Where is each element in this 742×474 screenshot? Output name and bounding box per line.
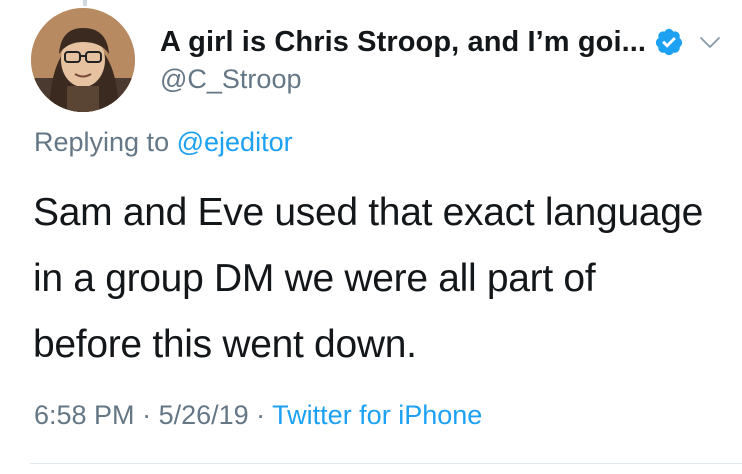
tweet: A girl is Chris Stroop, and I’m goi... @… (0, 0, 742, 474)
divider (30, 463, 742, 464)
name-row: A girl is Chris Stroop, and I’m goi... (160, 22, 730, 62)
chevron-down-icon[interactable] (698, 30, 722, 54)
tweet-date[interactable]: 5/26/19 (159, 400, 249, 430)
tweet-time[interactable]: 6:58 PM (34, 400, 135, 430)
replying-to: Replying to @ejeditor (34, 127, 293, 158)
replying-mention-link[interactable]: @ejeditor (177, 127, 293, 157)
tweet-source-link[interactable]: Twitter for iPhone (272, 400, 482, 430)
thread-line (83, 0, 87, 6)
user-handle[interactable]: @C_Stroop (160, 64, 730, 95)
meta-separator: · (248, 400, 273, 430)
tweet-meta: 6:58 PM · 5/26/19 · Twitter for iPhone (34, 400, 482, 431)
tweet-header: A girl is Chris Stroop, and I’m goi... @… (160, 22, 730, 95)
avatar[interactable] (31, 8, 135, 112)
tweet-text: Sam and Eve used that exact language in … (33, 191, 704, 366)
replying-label: Replying to (34, 127, 170, 157)
display-name[interactable]: A girl is Chris Stroop, and I’m goi... (160, 26, 646, 59)
verified-badge-icon (655, 28, 683, 56)
meta-separator: · (134, 400, 159, 430)
